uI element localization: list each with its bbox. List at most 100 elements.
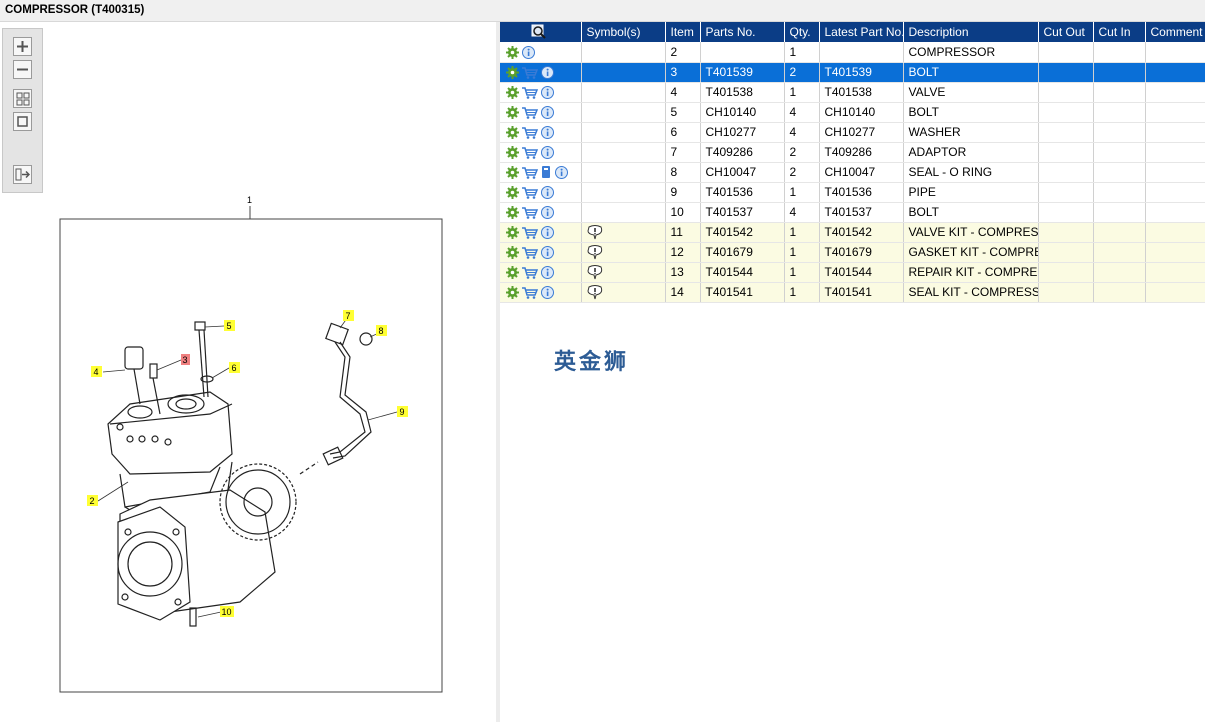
cart-icon[interactable] <box>522 226 538 239</box>
zoom-out-button[interactable] <box>13 60 32 79</box>
cell-comment <box>1145 262 1205 283</box>
cart-icon[interactable] <box>522 126 538 139</box>
gear-icon[interactable] <box>506 146 519 160</box>
column-header-item[interactable]: Item <box>665 22 701 42</box>
gear-icon[interactable] <box>506 106 519 120</box>
table-row[interactable]: 10 T401537 4 T401537 BOLT <box>500 202 1205 223</box>
cell-latest-part-no: T401539 <box>819 62 904 83</box>
gear-icon[interactable] <box>506 86 519 100</box>
cell-symbols <box>581 242 666 263</box>
gear-icon[interactable] <box>506 286 519 300</box>
cell-symbols <box>581 222 666 243</box>
callout-5[interactable]: 5 <box>227 321 232 331</box>
column-header-icons[interactable] <box>500 22 582 42</box>
table-row[interactable]: 5 CH10140 4 CH10140 BOLT <box>500 102 1205 123</box>
column-header-parts-no[interactable]: Parts No. <box>700 22 785 42</box>
gear-icon[interactable] <box>506 126 519 140</box>
cart-icon[interactable] <box>522 246 538 259</box>
table-row[interactable]: 3 T401539 2 T401539 BOLT <box>500 62 1205 83</box>
info-icon[interactable] <box>541 86 554 100</box>
table-header-row: Symbol(s) Item Parts No. Qty. Latest Par… <box>500 22 1205 42</box>
info-icon[interactable] <box>541 286 554 300</box>
column-header-qty[interactable]: Qty. <box>784 22 820 42</box>
table-row[interactable]: 12T4016791T401679GASKET KIT - COMPRESSOR <box>500 242 1205 263</box>
table-row[interactable]: 7 T409286 2 T409286 ADAPTOR <box>500 142 1205 163</box>
gear-icon[interactable] <box>506 206 519 220</box>
info-icon[interactable] <box>541 246 554 260</box>
column-header-description[interactable]: Description <box>903 22 1039 42</box>
cart-icon[interactable] <box>522 166 538 179</box>
column-header-comment[interactable]: Comment <box>1145 22 1205 42</box>
info-icon[interactable] <box>541 226 554 240</box>
cart-icon[interactable] <box>522 106 538 119</box>
cell-symbols <box>581 82 666 103</box>
column-header-cut-in[interactable]: Cut In <box>1093 22 1146 42</box>
cart-icon[interactable] <box>522 286 538 299</box>
info-icon[interactable] <box>541 126 554 140</box>
gear-icon[interactable] <box>506 246 519 260</box>
zoom-in-button[interactable] <box>13 37 32 56</box>
callout-2[interactable]: 2 <box>90 496 95 506</box>
gear-icon[interactable] <box>506 165 519 179</box>
cart-icon[interactable] <box>522 186 538 199</box>
table-row[interactable]: 2 1 COMPRESSOR <box>500 42 1205 63</box>
info-icon[interactable] <box>541 206 554 220</box>
cart-icon[interactable] <box>522 146 538 159</box>
column-header-cut-out[interactable]: Cut Out <box>1038 22 1094 42</box>
callout-4[interactable]: 4 <box>94 367 99 377</box>
table-row[interactable]: 11T4015421T401542VALVE KIT - COMPRESSOR <box>500 222 1205 243</box>
table-row[interactable]: 4 T401538 1 T401538 VALVE <box>500 82 1205 103</box>
gear-icon[interactable] <box>506 266 519 280</box>
cart-icon[interactable] <box>522 206 538 219</box>
info-icon[interactable] <box>541 106 554 120</box>
column-header-latest-part-no[interactable]: Latest Part No. <box>819 22 904 42</box>
cell-qty: 1 <box>784 182 820 203</box>
table-row[interactable]: 8 CH10047 2 CH10047 SEAL - O RING <box>500 162 1205 183</box>
cell-cut-out <box>1038 122 1094 143</box>
info-icon[interactable] <box>541 66 554 80</box>
cell-comment <box>1145 182 1205 203</box>
cell-item: 11 <box>665 222 701 243</box>
gear-icon[interactable] <box>506 186 519 200</box>
cell-cut-in <box>1093 182 1146 203</box>
info-icon[interactable] <box>522 45 535 59</box>
note-symbol-icon[interactable] <box>586 224 603 240</box>
fit-window-button[interactable] <box>13 112 32 131</box>
cart-icon[interactable] <box>522 66 538 79</box>
table-row[interactable]: 14T4015411T401541SEAL KIT - COMPRESSOR <box>500 282 1205 303</box>
callout-7[interactable]: 7 <box>346 311 351 321</box>
info-icon[interactable] <box>555 165 568 179</box>
cell-comment <box>1145 62 1205 83</box>
info-icon[interactable] <box>541 266 554 280</box>
gear-icon[interactable] <box>506 66 519 80</box>
gear-icon[interactable] <box>506 226 519 240</box>
gear-icon[interactable] <box>506 45 519 59</box>
cell-parts-no <box>700 42 785 63</box>
table-row[interactable]: 13T4015441T401544REPAIR KIT - COMPRESSOR <box>500 262 1205 283</box>
cart-icon[interactable] <box>522 86 538 99</box>
note-symbol-icon[interactable] <box>586 244 603 260</box>
info-icon[interactable] <box>541 186 554 200</box>
table-row[interactable]: 6 CH10277 4 CH10277 WASHER <box>500 122 1205 143</box>
callout-10[interactable]: 10 <box>222 607 232 617</box>
info-icon[interactable] <box>541 146 554 160</box>
callout-9[interactable]: 9 <box>400 407 405 417</box>
cell-item: 3 <box>665 62 701 83</box>
cell-latest-part-no: T401537 <box>819 202 904 223</box>
cell-parts-no: T401541 <box>700 282 785 303</box>
note-symbol-icon[interactable] <box>586 264 603 280</box>
cell-description: BOLT <box>903 202 1039 223</box>
callout-6[interactable]: 6 <box>232 363 237 373</box>
column-header-symbols[interactable]: Symbol(s) <box>581 22 666 42</box>
cell-cut-out <box>1038 102 1094 123</box>
diagram-pane: 1 4 2 3 5 6 7 8 9 10 <box>0 22 496 722</box>
note-symbol-icon[interactable] <box>586 284 603 300</box>
table-row[interactable]: 9 T401536 1 T401536 PIPE <box>500 182 1205 203</box>
export-button[interactable] <box>13 165 32 184</box>
callout-8[interactable]: 8 <box>379 326 384 336</box>
book-icon[interactable] <box>541 165 552 179</box>
cart-icon[interactable] <box>522 266 538 279</box>
cell-parts-no: CH10140 <box>700 102 785 123</box>
fit-all-button[interactable] <box>13 89 32 108</box>
callout-3[interactable]: 3 <box>183 355 188 365</box>
